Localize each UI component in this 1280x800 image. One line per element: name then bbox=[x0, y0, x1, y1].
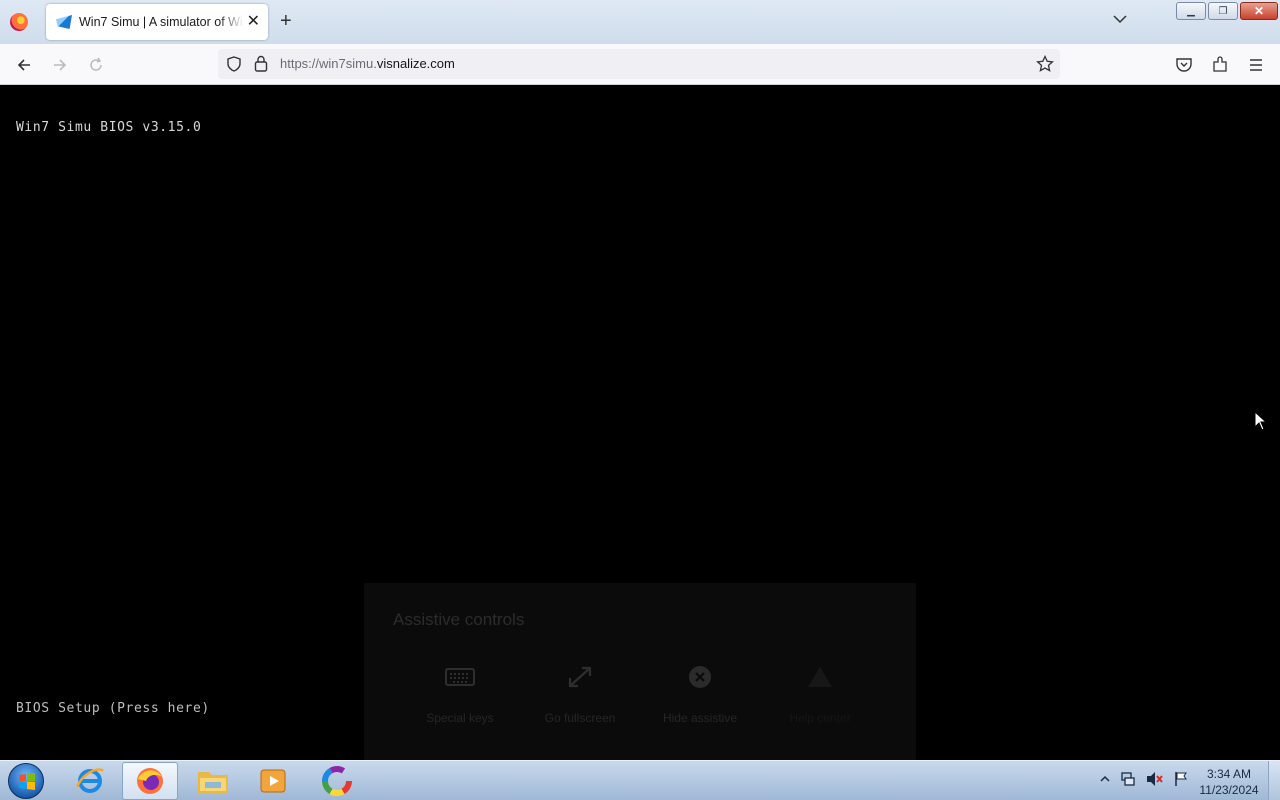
tab-close-icon[interactable]: ✕ bbox=[247, 13, 260, 31]
media-player-icon bbox=[260, 769, 286, 793]
restore-button[interactable]: ❐ bbox=[1208, 2, 1238, 20]
special-keys-button[interactable]: Special keys bbox=[405, 665, 515, 725]
action-center-flag-icon[interactable] bbox=[1174, 771, 1188, 787]
browser-tab[interactable]: Win7 Simu | A simulator of Windows 7 ✕ bbox=[46, 4, 268, 40]
show-desktop-button[interactable] bbox=[1268, 761, 1280, 800]
help-center-label: Help center bbox=[789, 711, 851, 725]
windows-logo-icon bbox=[19, 773, 35, 790]
network-icon[interactable] bbox=[1120, 771, 1136, 787]
close-circle-icon bbox=[685, 665, 715, 689]
help-center-button[interactable]: Help center bbox=[765, 665, 875, 725]
expand-icon bbox=[565, 665, 595, 689]
reload-icon bbox=[90, 57, 102, 71]
go-fullscreen-label: Go fullscreen bbox=[544, 711, 616, 725]
reload-button[interactable] bbox=[85, 54, 107, 76]
clock-date: 11/23/2024 bbox=[1199, 783, 1259, 797]
url-prefix: https://win7simu. bbox=[280, 56, 377, 71]
assistive-controls-panel: Assistive controls Special keys Go fulls… bbox=[364, 583, 916, 760]
assistive-controls-title: Assistive controls bbox=[393, 610, 525, 629]
taskbar-media-player[interactable] bbox=[245, 762, 301, 800]
taskbar-windows-explorer[interactable] bbox=[185, 762, 241, 800]
bookmark-star-icon[interactable] bbox=[1036, 55, 1054, 73]
taskbar-color-app[interactable] bbox=[309, 762, 365, 800]
bios-setup-link[interactable]: BIOS Setup (Press here) bbox=[16, 701, 210, 716]
color-wheel-icon bbox=[322, 766, 352, 796]
forward-button[interactable] bbox=[49, 54, 71, 76]
hide-assistive-button[interactable]: Hide assistive bbox=[645, 665, 755, 725]
back-arrow-icon bbox=[17, 59, 30, 71]
lock-icon[interactable] bbox=[254, 55, 268, 72]
volume-muted-icon[interactable] bbox=[1146, 771, 1164, 787]
tab-title: Win7 Simu | A simulator of Windows 7 bbox=[79, 15, 244, 29]
bios-version-text: Win7 Simu BIOS v3.15.0 bbox=[16, 120, 202, 135]
forward-arrow-icon bbox=[54, 59, 67, 71]
go-fullscreen-button[interactable]: Go fullscreen bbox=[525, 665, 635, 725]
firefox-menu-icon[interactable] bbox=[10, 13, 28, 31]
show-hidden-icons-icon[interactable] bbox=[1100, 774, 1110, 784]
win7simu-favicon-icon bbox=[56, 15, 72, 29]
windows-taskbar: 3:34 AM 11/23/2024 bbox=[0, 760, 1280, 800]
hide-assistive-label: Hide assistive bbox=[662, 711, 738, 725]
start-button[interactable] bbox=[8, 763, 44, 799]
shield-icon[interactable] bbox=[226, 56, 242, 72]
extensions-icon[interactable] bbox=[1211, 56, 1229, 74]
url-text: https://win7simu.visnalize.com bbox=[280, 56, 455, 71]
taskbar-clock[interactable]: 3:34 AM 11/23/2024 bbox=[1196, 766, 1262, 798]
special-keys-label: Special keys bbox=[426, 711, 494, 725]
address-bar[interactable]: https://win7simu.visnalize.com bbox=[218, 49, 1060, 79]
taskbar-internet-explorer[interactable] bbox=[62, 762, 118, 800]
list-all-tabs-icon[interactable] bbox=[1113, 12, 1127, 26]
mouse-pointer-icon bbox=[1254, 411, 1268, 431]
close-window-button[interactable]: ✕ bbox=[1240, 2, 1278, 20]
minimize-button[interactable]: ▁ bbox=[1176, 2, 1206, 20]
warning-icon bbox=[805, 665, 835, 689]
back-button[interactable] bbox=[13, 54, 35, 76]
url-host: visnalize.com bbox=[376, 56, 455, 71]
clock-time: 3:34 AM bbox=[1206, 767, 1252, 781]
keyboard-icon bbox=[445, 665, 475, 689]
system-tray bbox=[1100, 771, 1188, 787]
hamburger-menu-icon[interactable] bbox=[1247, 56, 1265, 74]
firefox-icon bbox=[137, 768, 163, 794]
new-tab-button[interactable]: + bbox=[280, 11, 292, 31]
navigation-toolbar: https://win7simu.visnalize.com bbox=[0, 44, 1280, 85]
browser-tab-strip: Win7 Simu | A simulator of Windows 7 ✕ +… bbox=[0, 0, 1280, 44]
window-controls: ▁ ❐ ✕ bbox=[1176, 2, 1278, 20]
pocket-icon[interactable] bbox=[1175, 56, 1193, 74]
internet-explorer-icon bbox=[75, 768, 104, 793]
taskbar-firefox[interactable] bbox=[122, 762, 178, 800]
folder-icon bbox=[198, 772, 228, 793]
